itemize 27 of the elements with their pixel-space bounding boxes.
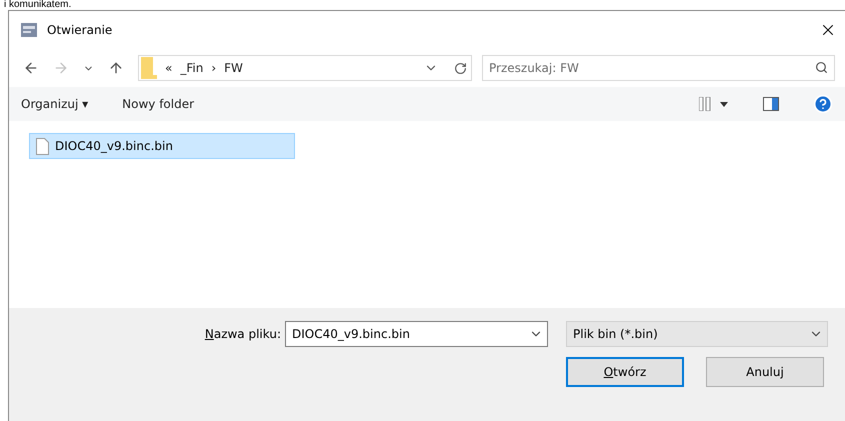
view-options-icon[interactable]: [699, 97, 729, 111]
breadcrumb[interactable]: «: [165, 61, 172, 75]
organize-menu-button[interactable]: Organizuj ▾: [21, 95, 88, 113]
breadcrumb[interactable]: _Fin: [180, 61, 204, 75]
app-icon: [21, 23, 37, 37]
open-button[interactable]: Otwórz: [566, 357, 684, 387]
file-name: DIOC40_v9.binc.bin: [55, 139, 173, 153]
window-title: Otwieranie: [47, 23, 114, 37]
breadcrumb[interactable]: ›: [211, 61, 216, 75]
file-item[interactable]: DIOC40_v9.binc.bin: [29, 133, 295, 159]
help-icon[interactable]: [813, 94, 833, 114]
folder-icon: [141, 57, 157, 79]
filename-label: Nazwa pliku:: [204, 327, 281, 341]
breadcrumb[interactable]: FW: [224, 61, 243, 75]
new-folder-button[interactable]: Nowy folder: [122, 95, 194, 113]
refresh-icon[interactable]: [454, 62, 467, 74]
filetype-dropdown[interactable]: Plik bin (*.bin): [566, 321, 828, 347]
filename-field[interactable]: DIOC40_v9.binc.bin: [285, 321, 548, 347]
file-icon: [36, 138, 49, 154]
background-text: i komunikatem.: [3, 0, 72, 10]
cancel-button[interactable]: Anuluj: [706, 357, 824, 387]
back-icon[interactable]: [23, 60, 39, 76]
search-icon[interactable]: [815, 61, 828, 74]
address-bar[interactable]: « _Fin › FW: [138, 55, 472, 81]
up-icon[interactable]: [108, 60, 124, 76]
search-field[interactable]: Przeszukaj: FW: [482, 55, 835, 81]
preview-pane-icon[interactable]: [763, 97, 779, 111]
